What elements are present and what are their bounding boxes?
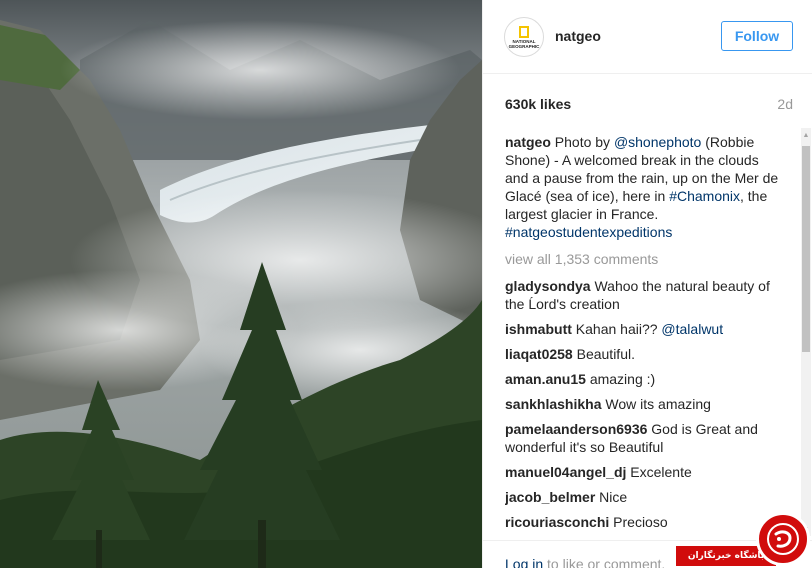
comment-text: Excelente	[626, 464, 692, 480]
comment-item: gladysondya Wahoo the natural beauty of …	[505, 277, 781, 313]
post-photo	[0, 0, 482, 568]
comment-text: Wow its amazing	[601, 396, 711, 412]
post-username[interactable]: natgeo	[555, 28, 601, 44]
comment-item: ricouriasconchi Precioso	[505, 513, 781, 531]
comment-username[interactable]: pamelaanderson6936	[505, 421, 647, 437]
comment-username[interactable]: ishmabutt	[505, 321, 572, 337]
caption-hashtag-expeditions[interactable]: #natgeostudentexpeditions	[505, 224, 672, 240]
post-panel: NATIONAL GEOGRAPHIC natgeo Follow 630k l…	[482, 0, 812, 568]
comment-mention-link[interactable]: @talalwut	[661, 321, 723, 337]
comment-text: Beautiful.	[572, 346, 635, 362]
avatar-logo-text-2: GEOGRAPHIC	[508, 43, 540, 49]
comment-item: jacob_belmer Nice	[505, 488, 781, 506]
comment-item: liaqat0258 Beautiful.	[505, 345, 781, 363]
caption-username[interactable]: natgeo	[505, 134, 551, 150]
comment-text: amazing :)	[585, 371, 656, 387]
view-all-comments-link[interactable]: view all 1,353 comments	[505, 250, 781, 268]
login-link[interactable]: Log in	[505, 556, 543, 568]
login-prompt: Log in to like or comment.	[505, 556, 665, 568]
scrollbar-thumb[interactable]	[802, 146, 810, 352]
comment-username[interactable]: gladysondya	[505, 278, 591, 294]
comment-username[interactable]: sankhlashikha	[505, 396, 602, 412]
comment-username[interactable]: aman.anu15	[505, 371, 586, 387]
caption-hashtag-chamonix[interactable]: #Chamonix	[669, 188, 740, 204]
comment-item: sankhlashikha Wow its amazing	[505, 395, 781, 413]
login-prompt-text: to like or comment.	[543, 556, 666, 568]
avatar[interactable]: NATIONAL GEOGRAPHIC	[504, 17, 544, 57]
scroll-up-arrow-icon[interactable]: ▲	[801, 128, 811, 142]
comment-item: ishmabutt Kahan haii?? @talalwut	[505, 320, 781, 338]
likes-row: 630k likes 2d	[505, 96, 793, 112]
comment-username[interactable]: liaqat0258	[505, 346, 573, 362]
likes-count[interactable]: 630k likes	[505, 96, 571, 112]
comment-item: manuel04angel_dj Excelente	[505, 463, 781, 481]
glacier-landscape-image	[0, 0, 482, 568]
comment-text: Precioso	[609, 514, 668, 530]
post-header: NATIONAL GEOGRAPHIC natgeo Follow	[483, 0, 812, 74]
comment-text: Nice	[595, 489, 628, 505]
comment-username[interactable]: ricouriasconchi	[505, 514, 609, 530]
comments-list[interactable]: natgeo Photo by @shonephoto (Robbie Shon…	[505, 133, 781, 533]
comment-username[interactable]: manuel04angel_dj	[505, 464, 626, 480]
comment-item: pamelaanderson6936 God is Great and wond…	[505, 420, 781, 456]
caption: natgeo Photo by @shonephoto (Robbie Shon…	[505, 133, 781, 241]
follow-button[interactable]: Follow	[721, 21, 793, 51]
comment-text: Kahan haii??	[571, 321, 662, 337]
national-geographic-logo-icon	[519, 25, 529, 38]
caption-mention-link[interactable]: @shonephoto	[614, 134, 701, 150]
comment-item: aman.anu15 amazing :)	[505, 370, 781, 388]
post-age[interactable]: 2d	[777, 96, 793, 112]
caption-text-1: Photo by	[550, 134, 614, 150]
yjc-logo-icon	[756, 512, 810, 566]
comments-scrollbar[interactable]: ▲ ▼	[801, 128, 811, 536]
comment-username[interactable]: jacob_belmer	[505, 489, 595, 505]
